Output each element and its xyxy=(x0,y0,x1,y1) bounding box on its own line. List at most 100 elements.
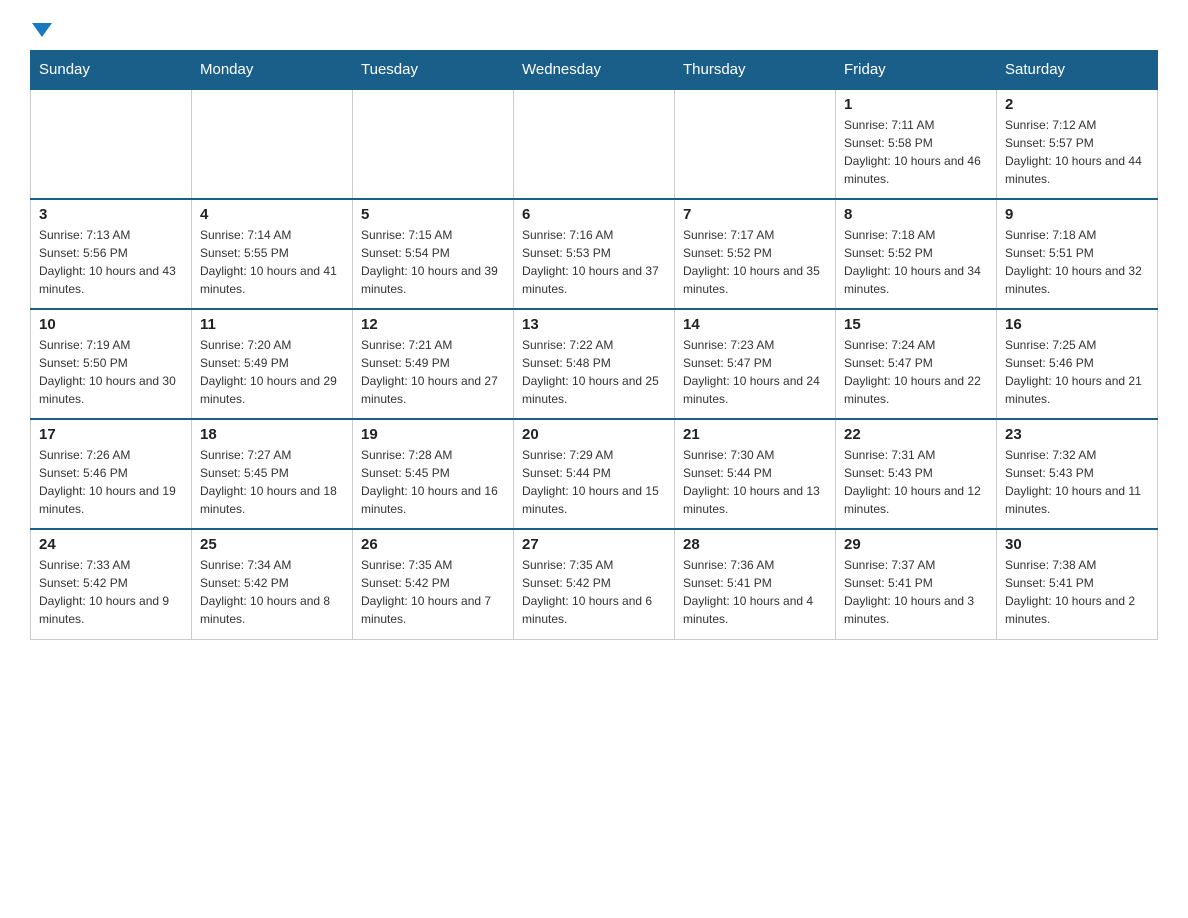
weekday-header-monday: Monday xyxy=(192,51,353,90)
day-number: 4 xyxy=(200,206,344,223)
week-row-4: 17 Sunrise: 7:26 AMSunset: 5:46 PMDayligh… xyxy=(31,419,1158,529)
sun-info: Sunrise: 7:37 AMSunset: 5:41 PMDaylight:… xyxy=(844,556,988,628)
sun-info: Sunrise: 7:28 AMSunset: 5:45 PMDaylight:… xyxy=(361,446,505,518)
calendar-cell: 12Sunrise: 7:21 AMSunset: 5:49 PMDayligh… xyxy=(353,309,514,419)
sun-info: Sunrise: 7:35 AMSunset: 5:42 PMDaylight:… xyxy=(361,556,505,628)
sun-info: Sunrise: 7:16 AMSunset: 5:53 PMDaylight:… xyxy=(522,226,666,298)
sun-info: Sunrise: 7:25 AMSunset: 5:46 PMDaylight:… xyxy=(1005,336,1149,408)
day-number: 9 xyxy=(1005,206,1149,223)
weekday-header-row: SundayMondayTuesdayWednesdayThursdayFrid… xyxy=(31,51,1158,90)
day-number: 25 xyxy=(200,536,344,553)
sun-info: Sunrise: 7:35 AMSunset: 5:42 PMDaylight:… xyxy=(522,556,666,628)
calendar-cell: 25 Sunrise: 7:34 AMSunset: 5:42 PMDayligh… xyxy=(192,529,353,639)
day-number: 7 xyxy=(683,206,827,223)
sun-info: Sunrise: 7:30 AMSunset: 5:44 PMDaylight:… xyxy=(683,446,827,518)
calendar-cell: 6 Sunrise: 7:16 AMSunset: 5:53 PMDaylight… xyxy=(514,199,675,309)
sun-info: Sunrise: 7:27 AMSunset: 5:45 PMDaylight:… xyxy=(200,446,344,518)
day-number: 8 xyxy=(844,206,988,223)
calendar-cell xyxy=(353,89,514,199)
sun-info: Sunrise: 7:18 AMSunset: 5:51 PMDaylight:… xyxy=(1005,226,1149,298)
calendar-table: SundayMondayTuesdayWednesdayThursdayFrid… xyxy=(30,50,1158,640)
calendar-cell: 7 Sunrise: 7:17 AMSunset: 5:52 PMDaylight… xyxy=(675,199,836,309)
day-number: 3 xyxy=(39,206,183,223)
day-number: 19 xyxy=(361,426,505,443)
day-number: 26 xyxy=(361,536,505,553)
weekday-header-saturday: Saturday xyxy=(997,51,1158,90)
day-number: 17 xyxy=(39,426,183,443)
sun-info: Sunrise: 7:14 AMSunset: 5:55 PMDaylight:… xyxy=(200,226,344,298)
day-number: 21 xyxy=(683,426,827,443)
sun-info: Sunrise: 7:34 AMSunset: 5:42 PMDaylight:… xyxy=(200,556,344,628)
calendar-cell: 16 Sunrise: 7:25 AMSunset: 5:46 PMDayligh… xyxy=(997,309,1158,419)
week-row-3: 10 Sunrise: 7:19 AMSunset: 5:50 PMDayligh… xyxy=(31,309,1158,419)
calendar-cell: 30Sunrise: 7:38 AMSunset: 5:41 PMDayligh… xyxy=(997,529,1158,639)
day-number: 16 xyxy=(1005,316,1149,333)
day-number: 2 xyxy=(1005,96,1149,113)
day-number: 28 xyxy=(683,536,827,553)
day-number: 18 xyxy=(200,426,344,443)
weekday-header-wednesday: Wednesday xyxy=(514,51,675,90)
calendar-cell: 8 Sunrise: 7:18 AMSunset: 5:52 PMDaylight… xyxy=(836,199,997,309)
calendar-cell: 20 Sunrise: 7:29 AMSunset: 5:44 PMDayligh… xyxy=(514,419,675,529)
calendar-cell: 14 Sunrise: 7:23 AMSunset: 5:47 PMDayligh… xyxy=(675,309,836,419)
day-number: 23 xyxy=(1005,426,1149,443)
day-number: 12 xyxy=(361,316,505,333)
sun-info: Sunrise: 7:33 AMSunset: 5:42 PMDaylight:… xyxy=(39,556,183,628)
calendar-cell: 10 Sunrise: 7:19 AMSunset: 5:50 PMDayligh… xyxy=(31,309,192,419)
sun-info: Sunrise: 7:23 AMSunset: 5:47 PMDaylight:… xyxy=(683,336,827,408)
calendar-cell: 1Sunrise: 7:11 AMSunset: 5:58 PMDaylight… xyxy=(836,89,997,199)
calendar-cell xyxy=(514,89,675,199)
sun-info: Sunrise: 7:13 AMSunset: 5:56 PMDaylight:… xyxy=(39,226,183,298)
day-number: 6 xyxy=(522,206,666,223)
day-number: 29 xyxy=(844,536,988,553)
calendar-cell: 5 Sunrise: 7:15 AMSunset: 5:54 PMDaylight… xyxy=(353,199,514,309)
sun-info: Sunrise: 7:20 AMSunset: 5:49 PMDaylight:… xyxy=(200,336,344,408)
sun-info: Sunrise: 7:29 AMSunset: 5:44 PMDaylight:… xyxy=(522,446,666,518)
sun-info: Sunrise: 7:15 AMSunset: 5:54 PMDaylight:… xyxy=(361,226,505,298)
sun-info: Sunrise: 7:31 AMSunset: 5:43 PMDaylight:… xyxy=(844,446,988,518)
calendar-cell: 13 Sunrise: 7:22 AMSunset: 5:48 PMDayligh… xyxy=(514,309,675,419)
day-number: 13 xyxy=(522,316,666,333)
day-number: 10 xyxy=(39,316,183,333)
day-number: 14 xyxy=(683,316,827,333)
logo xyxy=(30,20,54,34)
day-number: 15 xyxy=(844,316,988,333)
sun-info: Sunrise: 7:12 AMSunset: 5:57 PMDaylight:… xyxy=(1005,116,1149,188)
calendar-cell: 4 Sunrise: 7:14 AMSunset: 5:55 PMDaylight… xyxy=(192,199,353,309)
day-number: 30 xyxy=(1005,536,1149,553)
calendar-cell xyxy=(192,89,353,199)
day-number: 5 xyxy=(361,206,505,223)
weekday-header-tuesday: Tuesday xyxy=(353,51,514,90)
calendar-cell: 21 Sunrise: 7:30 AMSunset: 5:44 PMDayligh… xyxy=(675,419,836,529)
calendar-cell: 17 Sunrise: 7:26 AMSunset: 5:46 PMDayligh… xyxy=(31,419,192,529)
sun-info: Sunrise: 7:19 AMSunset: 5:50 PMDaylight:… xyxy=(39,336,183,408)
sun-info: Sunrise: 7:17 AMSunset: 5:52 PMDaylight:… xyxy=(683,226,827,298)
weekday-header-friday: Friday xyxy=(836,51,997,90)
day-number: 27 xyxy=(522,536,666,553)
calendar-cell: 29 Sunrise: 7:37 AMSunset: 5:41 PMDayligh… xyxy=(836,529,997,639)
logo-arrow-icon xyxy=(32,23,52,37)
weekday-header-thursday: Thursday xyxy=(675,51,836,90)
sun-info: Sunrise: 7:18 AMSunset: 5:52 PMDaylight:… xyxy=(844,226,988,298)
sun-info: Sunrise: 7:26 AMSunset: 5:46 PMDaylight:… xyxy=(39,446,183,518)
day-number: 20 xyxy=(522,426,666,443)
calendar-cell: 2 Sunrise: 7:12 AMSunset: 5:57 PMDaylight… xyxy=(997,89,1158,199)
sun-info: Sunrise: 7:22 AMSunset: 5:48 PMDaylight:… xyxy=(522,336,666,408)
day-number: 22 xyxy=(844,426,988,443)
calendar-cell: 24Sunrise: 7:33 AMSunset: 5:42 PMDayligh… xyxy=(31,529,192,639)
sun-info: Sunrise: 7:24 AMSunset: 5:47 PMDaylight:… xyxy=(844,336,988,408)
sun-info: Sunrise: 7:36 AMSunset: 5:41 PMDaylight:… xyxy=(683,556,827,628)
weekday-header-sunday: Sunday xyxy=(31,51,192,90)
calendar-cell: 19 Sunrise: 7:28 AMSunset: 5:45 PMDayligh… xyxy=(353,419,514,529)
calendar-cell xyxy=(31,89,192,199)
week-row-1: 1Sunrise: 7:11 AMSunset: 5:58 PMDaylight… xyxy=(31,89,1158,199)
calendar-cell: 26 Sunrise: 7:35 AMSunset: 5:42 PMDayligh… xyxy=(353,529,514,639)
week-row-2: 3 Sunrise: 7:13 AMSunset: 5:56 PMDaylight… xyxy=(31,199,1158,309)
calendar-cell: 11 Sunrise: 7:20 AMSunset: 5:49 PMDayligh… xyxy=(192,309,353,419)
calendar-cell: 18 Sunrise: 7:27 AMSunset: 5:45 PMDayligh… xyxy=(192,419,353,529)
day-number: 11 xyxy=(200,316,344,333)
calendar-cell: 22 Sunrise: 7:31 AMSunset: 5:43 PMDayligh… xyxy=(836,419,997,529)
calendar-cell: 23Sunrise: 7:32 AMSunset: 5:43 PMDayligh… xyxy=(997,419,1158,529)
page-header xyxy=(30,20,1158,34)
sun-info: Sunrise: 7:11 AMSunset: 5:58 PMDaylight:… xyxy=(844,116,988,188)
